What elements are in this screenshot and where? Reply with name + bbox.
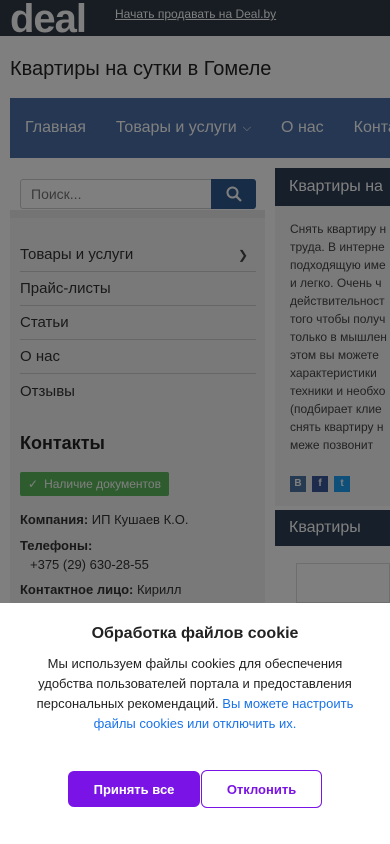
cookie-title: Обработка файлов cookie xyxy=(91,625,299,642)
cookie-text: Мы используем файлы cookies для обеспече… xyxy=(30,654,360,734)
decline-button[interactable]: Отклонить xyxy=(201,770,322,808)
accept-all-button[interactable]: Принять все xyxy=(68,771,200,807)
cookie-dialog: Обработка файлов cookie Мы используем фа… xyxy=(0,603,390,844)
